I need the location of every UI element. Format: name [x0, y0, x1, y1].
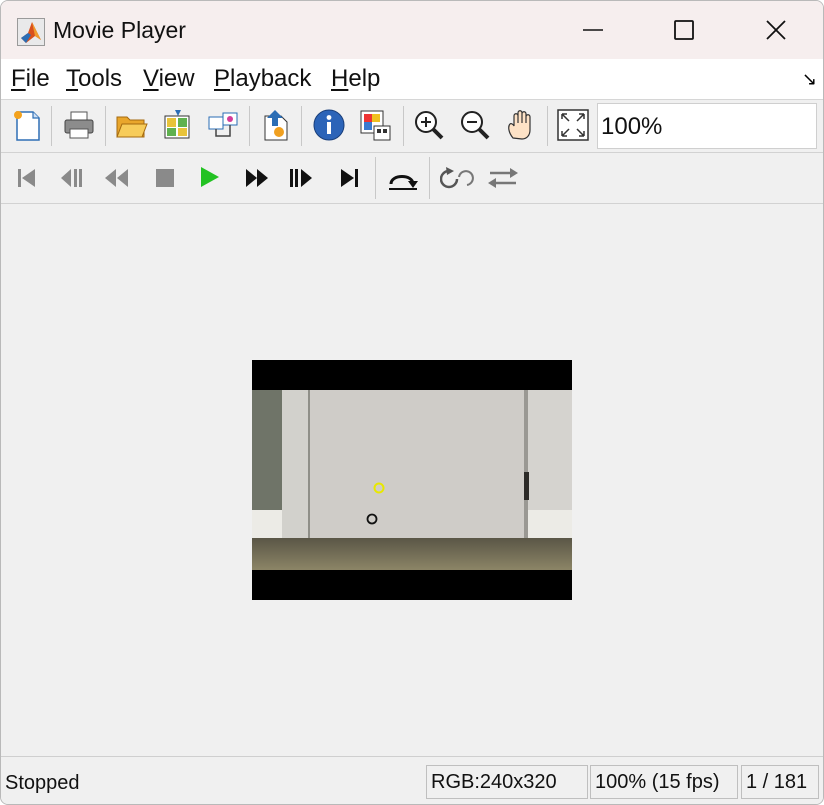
- menu-view-label: View: [143, 65, 195, 92]
- frame-counter-field: 1 / 181: [741, 765, 819, 799]
- print-button[interactable]: [59, 105, 99, 145]
- fit-icon: [557, 109, 589, 141]
- stop-icon: [156, 169, 174, 187]
- video-display-area: [1, 204, 823, 756]
- zoom-in-button[interactable]: [409, 105, 449, 145]
- menu-playback[interactable]: Playback: [214, 65, 311, 93]
- play-button[interactable]: [189, 158, 229, 198]
- title-bar: Movie Player: [1, 1, 823, 59]
- playback-toolbar: [1, 153, 823, 204]
- playback-state: Stopped: [5, 772, 80, 794]
- jump-to-icon: [389, 175, 418, 190]
- go-to-last-icon: [341, 169, 358, 187]
- connect-button[interactable]: [203, 105, 243, 145]
- go-to-last-button[interactable]: [329, 158, 369, 198]
- fit-to-window-button[interactable]: [553, 105, 593, 145]
- rewind-button[interactable]: [97, 158, 137, 198]
- import-icon: [264, 110, 288, 141]
- info-icon: [313, 109, 345, 141]
- menu-help[interactable]: Help: [331, 65, 380, 93]
- open-icon: [116, 116, 148, 138]
- pan-button[interactable]: [501, 105, 541, 145]
- menu-file-label: File: [11, 65, 50, 92]
- new-button[interactable]: [7, 105, 47, 145]
- forward-backward-icon: [488, 168, 518, 188]
- export-button[interactable]: [157, 105, 197, 145]
- window-title: Movie Player: [53, 17, 186, 43]
- main-toolbar: 100%: [1, 100, 823, 153]
- zoom-level-field[interactable]: 100%: [597, 103, 817, 149]
- matlab-icon: [17, 18, 45, 46]
- step-back-icon: [61, 169, 82, 187]
- menu-tools[interactable]: Tools: [66, 65, 122, 93]
- fast-forward-icon: [246, 169, 268, 187]
- info-button[interactable]: [309, 105, 349, 145]
- step-forward-button[interactable]: [281, 158, 321, 198]
- go-to-first-button[interactable]: [7, 158, 47, 198]
- menu-playback-label: Playback: [214, 65, 312, 92]
- color-format-field: RGB:240x320: [426, 765, 588, 799]
- step-forward-icon: [290, 169, 312, 187]
- play-icon: [201, 167, 219, 187]
- open-button[interactable]: [111, 105, 151, 145]
- status-bar: Stopped RGB:240x320 100% (15 fps) 1 / 18…: [1, 756, 823, 804]
- zoom-fps-field: 100% (15 fps): [590, 765, 738, 799]
- menu-bar: File Tools View Playback Help ↘: [1, 59, 823, 100]
- export-icon: [164, 110, 190, 139]
- menu-view[interactable]: View: [143, 65, 195, 93]
- close-button[interactable]: [730, 1, 822, 59]
- minimize-icon: [583, 29, 603, 31]
- maximize-icon: [674, 20, 694, 40]
- go-to-first-icon: [18, 169, 35, 187]
- repeat-button[interactable]: [437, 158, 477, 198]
- forward-backward-button[interactable]: [483, 158, 523, 198]
- stop-button[interactable]: [145, 158, 185, 198]
- menu-tools-label: Tools: [66, 65, 123, 92]
- menu-help-label: Help: [331, 65, 381, 92]
- fast-forward-button[interactable]: [237, 158, 277, 198]
- pan-icon: [508, 110, 531, 140]
- maximize-button[interactable]: [638, 1, 730, 59]
- zoom-in-icon: [415, 111, 444, 140]
- jump-to-button[interactable]: [383, 158, 423, 198]
- import-button[interactable]: [255, 105, 295, 145]
- video-frame: [252, 360, 572, 600]
- menu-file[interactable]: File: [11, 65, 50, 93]
- zoom-out-icon: [461, 111, 490, 140]
- repeat-icon: [440, 167, 474, 189]
- rewind-icon: [105, 169, 128, 187]
- zoom-out-button[interactable]: [455, 105, 495, 145]
- close-icon: [766, 20, 786, 40]
- step-back-button[interactable]: [51, 158, 91, 198]
- print-icon: [64, 111, 94, 139]
- movie-player-window: Movie Player File Tools View Playback He…: [0, 0, 824, 805]
- connect-icon: [208, 112, 238, 137]
- undock-arrow-icon[interactable]: ↘: [802, 69, 817, 90]
- colormap-icon: [360, 110, 391, 141]
- colormap-button[interactable]: [355, 105, 395, 145]
- minimize-button[interactable]: [547, 1, 639, 59]
- new-icon: [14, 111, 40, 141]
